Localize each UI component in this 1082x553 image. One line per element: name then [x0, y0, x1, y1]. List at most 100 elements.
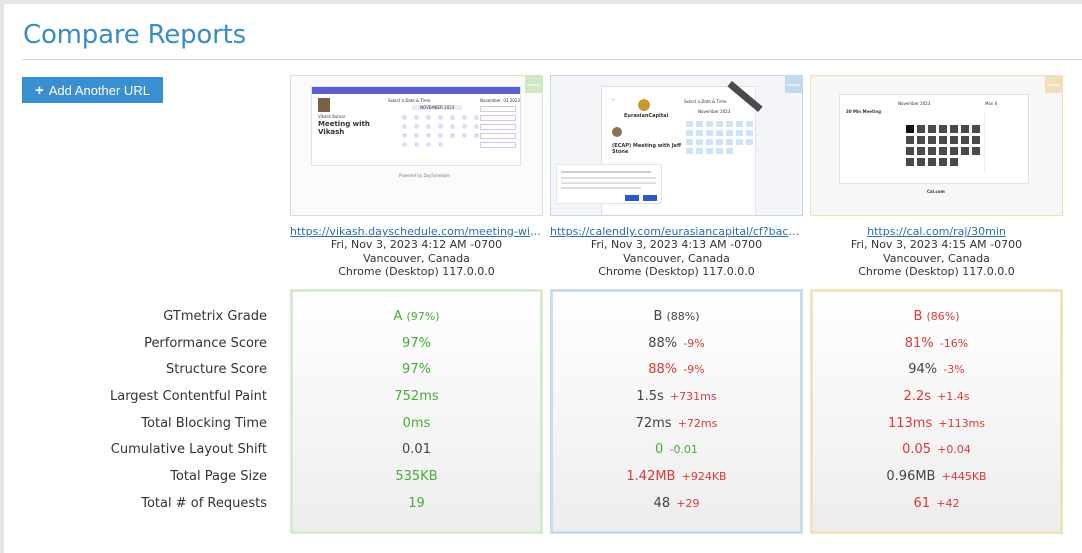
report-1-meta: https://vikash.dayschedule.com/meeting-w…: [290, 225, 543, 279]
report-3-page-size: 0.96MB +445KB: [886, 469, 987, 485]
reject-button: [643, 195, 657, 201]
report-3-date: Fri, Nov 3, 2023 4:15 AM -0700: [850, 238, 1023, 252]
text-line: [561, 177, 656, 179]
report-3-cls: 0.05 +0.04: [902, 442, 971, 458]
report-3-structure: 94% -3%: [908, 362, 965, 378]
label-page-size: Total Page Size: [170, 469, 267, 485]
cal-footer: Cal.com: [927, 189, 945, 194]
report-1-cls: 0.01: [402, 442, 431, 458]
side-date: November, 03 2023: [480, 98, 520, 103]
month-label: November 2023: [898, 101, 931, 106]
dayschedule-widget: Vikash Kumar Meeting with Vikash Select …: [311, 86, 521, 166]
label-cls: Cumulative Layout Shift: [110, 442, 267, 458]
report-3-screenshot[interactable]: — 30 Min Meeting November 2023 Mon 6 Cal…: [810, 75, 1063, 216]
metric-labels: GTmetrix Grade Performance Score Structu…: [22, 309, 267, 523]
panel-title: Select a Date & Time: [388, 98, 431, 103]
report-1-date: Fri, Nov 3, 2023 4:12 AM -0700: [330, 238, 503, 252]
host-name: Vikash Kumar: [318, 114, 346, 119]
powered-by-footer: Powered by DaySchedule: [399, 173, 450, 178]
time-slot: [480, 133, 516, 139]
label-lcp: Largest Contentful Paint: [109, 389, 267, 405]
text-line: [561, 171, 651, 173]
report-3-metrics-card: B (86%) 81% -16% 94% -3% 2.2s +1.4s 113m…: [810, 289, 1063, 534]
report-2-location: Vancouver, Canada: [623, 251, 730, 265]
report-1-location: Vancouver, Canada: [363, 251, 470, 265]
widget-header-bar: [312, 87, 520, 94]
text-line: [561, 187, 641, 189]
report-2-url-link[interactable]: https://calendly.com/eurasiancapital/cf?…: [550, 225, 803, 238]
month-label: NOVEMBER 2023: [412, 105, 463, 110]
report-1-requests: 19: [408, 495, 425, 511]
time-slot-column: [984, 113, 1012, 173]
compare-reports-page: Compare Reports + Add Another URL — Vika…: [4, 4, 1082, 553]
add-another-url-button[interactable]: + Add Another URL: [22, 77, 163, 103]
calendar-grid: [906, 125, 980, 166]
eurasian-capital-logo: [638, 99, 650, 111]
company-logo-text: EurasianCapital: [624, 113, 669, 119]
report-2-requests: 48 +29: [653, 495, 700, 511]
collapse-report-1-button[interactable]: —: [525, 76, 542, 93]
report-3-url-link[interactable]: https://cal.com/raj/30min: [810, 225, 1063, 238]
meeting-heading: 30 Min Meeting: [846, 109, 881, 114]
text-line: [561, 182, 656, 184]
report-2-metrics-card: B (88%) 88% -9% 88% -9% 1.5s +731ms 72ms…: [550, 289, 803, 534]
cal-widget: 30 Min Meeting November 2023 Mon 6: [839, 94, 1029, 184]
month-label: November 2023: [698, 109, 731, 114]
time-slot: [480, 124, 516, 130]
label-structure-score: Structure Score: [165, 362, 267, 378]
meeting-heading: (ECAP) Meeting with Jeff Stone: [612, 143, 681, 155]
report-3-requests: 61 +42: [913, 495, 960, 511]
calendar-grid: [402, 115, 479, 147]
report-3-performance: 81% -16%: [904, 335, 969, 351]
report-1-tbt: 0ms: [402, 415, 431, 431]
report-3-tbt: 113ms +113ms: [887, 415, 986, 431]
report-2-browser: Chrome (Desktop) 117.0.0.0: [598, 265, 755, 279]
report-1-url-link[interactable]: https://vikash.dayschedule.com/meeting-w…: [290, 225, 543, 238]
title-divider: [22, 59, 1082, 60]
label-tbt: Total Blocking Time: [141, 415, 267, 431]
plus-icon: +: [35, 81, 44, 99]
calendly-ribbon: [727, 80, 763, 113]
cookie-consent-dialog: [556, 164, 662, 204]
report-3-lcp: 2.2s +1.4s: [903, 389, 970, 405]
report-2-tbt: 72ms +72ms: [635, 415, 718, 431]
report-2-structure: 88% -9%: [648, 362, 705, 378]
report-3-browser: Chrome (Desktop) 117.0.0.0: [858, 265, 1015, 279]
report-1-performance: 97%: [402, 335, 431, 351]
side-date: Mon 6: [985, 101, 998, 106]
report-1-metrics-card: A (97%) 97% 97% 752ms 0ms 0.01 535KB 19: [290, 289, 543, 534]
report-1-page-size: 535KB: [395, 469, 438, 485]
report-3-meta: https://cal.com/raj/30min Fri, Nov 3, 20…: [810, 225, 1063, 279]
time-slot: [480, 106, 516, 112]
report-2-performance: 88% -9%: [648, 335, 705, 351]
calendar-grid: [686, 121, 753, 154]
report-2-cls: 0 -0.01: [655, 442, 698, 458]
report-3-grade: B (86%): [913, 309, 960, 324]
avatar: [612, 127, 622, 137]
report-2-meta: https://calendly.com/eurasiancapital/cf?…: [550, 225, 803, 279]
report-2-date: Fri, Nov 3, 2023 4:13 AM -0700: [590, 238, 763, 252]
report-1-browser: Chrome (Desktop) 117.0.0.0: [338, 265, 495, 279]
collapse-report-2-button[interactable]: —: [785, 76, 802, 93]
report-3-location: Vancouver, Canada: [883, 251, 990, 265]
report-2-page-size: 1.42MB +924KB: [626, 469, 727, 485]
collapse-report-3-button[interactable]: —: [1045, 76, 1062, 93]
meeting-heading: Meeting with Vikash: [318, 120, 370, 136]
label-performance-score: Performance Score: [144, 335, 267, 351]
page-title: Compare Reports: [23, 20, 246, 50]
report-1-screenshot[interactable]: — Vikash Kumar Meeting with Vikash Selec…: [290, 75, 543, 216]
label-gtmetrix-grade: GTmetrix Grade: [163, 309, 267, 324]
avatar: [318, 98, 330, 112]
back-arrow-icon: ←: [612, 97, 616, 102]
report-1-grade: A (97%): [393, 309, 440, 324]
report-1-structure: 97%: [402, 362, 431, 378]
label-requests: Total # of Requests: [141, 495, 267, 511]
add-another-url-label: Add Another URL: [48, 82, 150, 98]
report-2-screenshot[interactable]: — ← EurasianCapital (ECAP) Meeting with …: [550, 75, 803, 216]
report-2-lcp: 1.5s +731ms: [636, 389, 717, 405]
report-1-lcp: 752ms: [394, 389, 439, 405]
accept-button: [625, 195, 639, 201]
panel-title: Select a Date & Time: [684, 99, 727, 104]
report-2-grade: B (88%): [653, 309, 700, 324]
time-slot: [480, 142, 516, 148]
